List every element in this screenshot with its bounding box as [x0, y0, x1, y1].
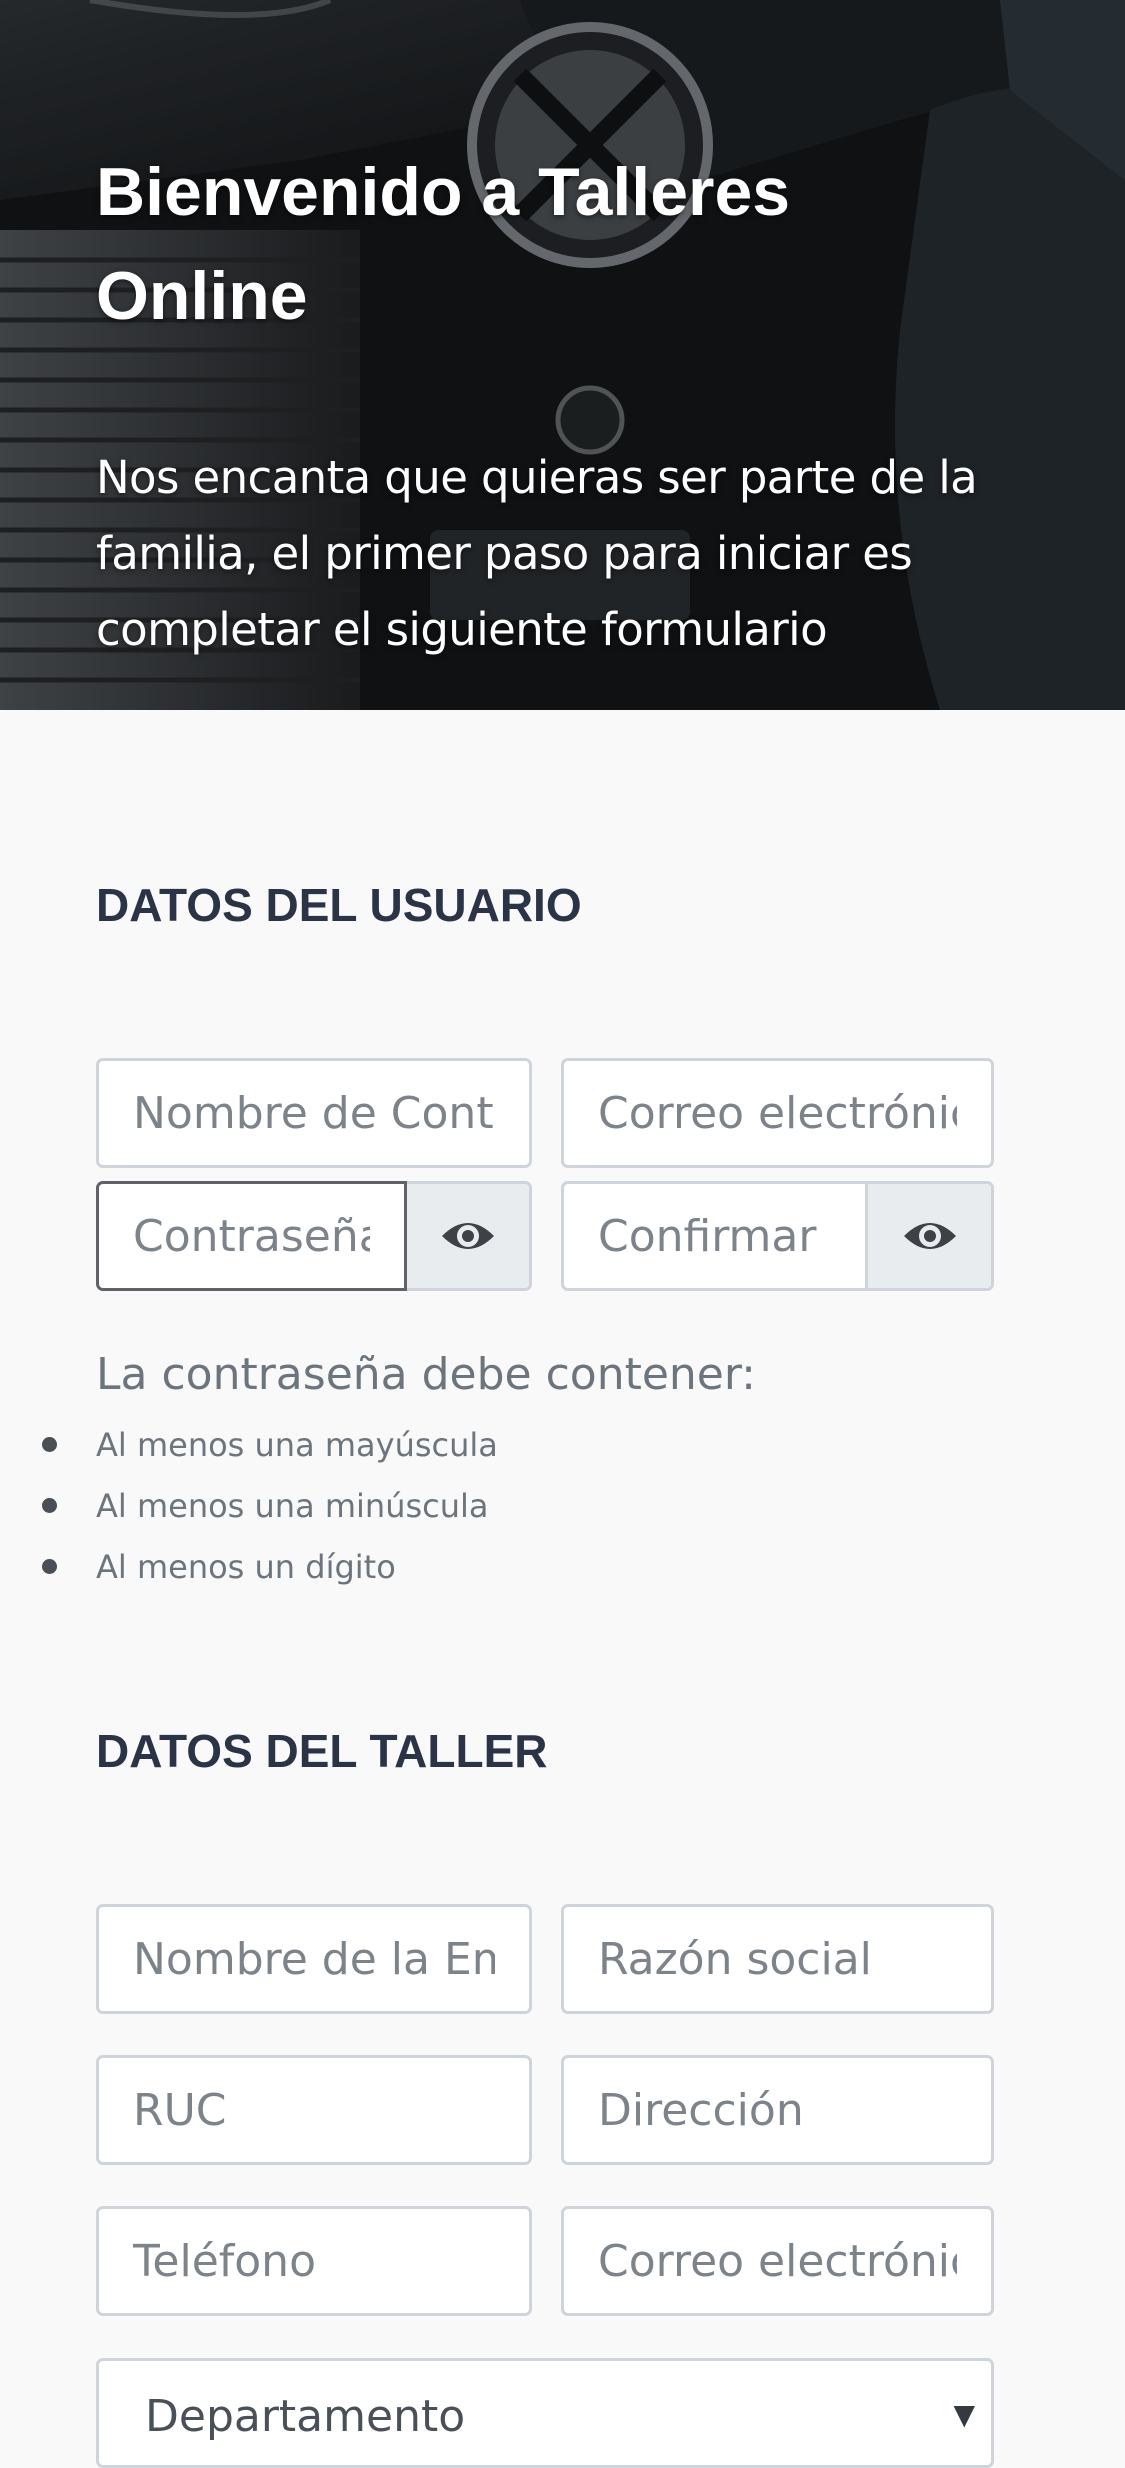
- password-rule-text: Al menos una minúscula: [96, 1487, 489, 1525]
- show-password-button[interactable]: [407, 1181, 532, 1291]
- password-rules-title: La contraseña debe contener:: [96, 1349, 756, 1400]
- confirm-password-input[interactable]: [561, 1181, 868, 1291]
- password-rule-text: Al menos una mayúscula: [96, 1426, 498, 1464]
- workshop-email-input[interactable]: [561, 2206, 994, 2316]
- phone-input[interactable]: [96, 2206, 532, 2316]
- user-email-input[interactable]: [561, 1058, 994, 1168]
- password-rule-item: Al menos un dígito: [42, 1540, 498, 1601]
- hero-banner: Bienvenido a Talleres Online Nos encanta…: [0, 0, 1125, 710]
- eye-icon: [903, 1223, 956, 1249]
- show-confirm-password-button[interactable]: [868, 1181, 994, 1291]
- password-rule-item: Al menos una mayúscula: [42, 1418, 498, 1479]
- password-rule-text: Al menos un dígito: [96, 1548, 396, 1586]
- ruc-input[interactable]: [96, 2055, 532, 2165]
- contact-name-input[interactable]: [96, 1058, 532, 1168]
- user-section-title: DATOS DEL USUARIO: [96, 879, 582, 931]
- page-title: Bienvenido a Talleres Online: [96, 154, 791, 334]
- password-rule-item: Al menos una minúscula: [42, 1479, 498, 1540]
- password-input[interactable]: [96, 1181, 407, 1291]
- bullet-icon: [42, 1498, 57, 1513]
- bullet-icon: [42, 1437, 57, 1452]
- department-select[interactable]: Departamento ▼: [96, 2358, 994, 2468]
- chevron-down-icon: ▼: [953, 2398, 975, 2431]
- company-name-input[interactable]: [96, 1904, 532, 2014]
- hero-subtitle: Nos encanta que quieras ser parte de la …: [96, 451, 978, 656]
- address-input[interactable]: [561, 2055, 994, 2165]
- eye-icon: [442, 1223, 494, 1249]
- workshop-section-title: DATOS DEL TALLER: [96, 1725, 548, 1777]
- bullet-icon: [42, 1559, 57, 1574]
- department-select-value: Departamento: [145, 2391, 466, 2442]
- password-rules-list: Al menos una mayúscula Al menos una minú…: [42, 1418, 498, 1601]
- business-name-input[interactable]: [561, 1904, 994, 2014]
